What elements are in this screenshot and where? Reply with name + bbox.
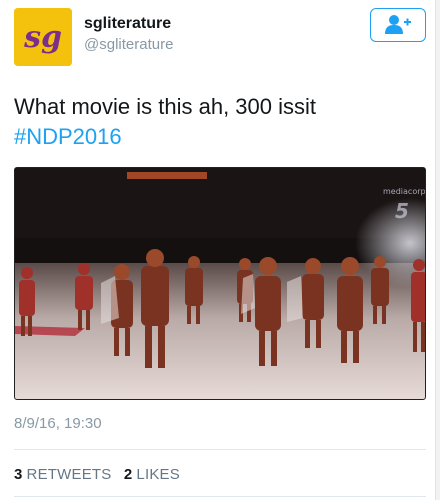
tweet-header: sg sgliterature @sgliterature (14, 8, 426, 66)
avatar[interactable]: sg (14, 8, 72, 66)
tweet-media[interactable]: mediacorp 5 (14, 167, 426, 400)
scroll-edge (435, 0, 440, 500)
likes-stat[interactable]: 2 LIKES (124, 466, 180, 483)
likes-label: LIKES (136, 466, 180, 483)
likes-count: 2 (123, 466, 133, 483)
tweet-stats: 3 RETWEETS 2 LIKES (14, 466, 188, 483)
svg-text:5: 5 (395, 199, 409, 223)
divider (14, 496, 426, 497)
user-handle[interactable]: @sgliterature (84, 35, 173, 55)
follow-button[interactable] (370, 8, 426, 42)
tweet-text: What movie is this ah, 300 issit #NDP201… (14, 92, 414, 152)
tweet-body: What movie is this ah, 300 issit (14, 94, 317, 119)
hashtag-link[interactable]: #NDP2016 (14, 122, 414, 152)
svg-text:mediacorp: mediacorp (383, 187, 426, 196)
retweets-stat[interactable]: 3 RETWEETS (14, 466, 111, 483)
svg-text:sg: sg (23, 20, 62, 55)
retweets-label: RETWEETS (26, 466, 112, 483)
user-names: sgliterature @sgliterature (84, 14, 173, 55)
tweet-timestamp[interactable]: 8/9/16, 19:30 (14, 415, 102, 432)
add-user-icon (385, 15, 411, 34)
video-frame: mediacorp 5 (15, 168, 426, 399)
divider (14, 449, 426, 450)
sg-logo-icon: sg (14, 8, 72, 66)
display-name[interactable]: sgliterature (84, 14, 173, 34)
retweets-count: 3 (14, 466, 23, 483)
